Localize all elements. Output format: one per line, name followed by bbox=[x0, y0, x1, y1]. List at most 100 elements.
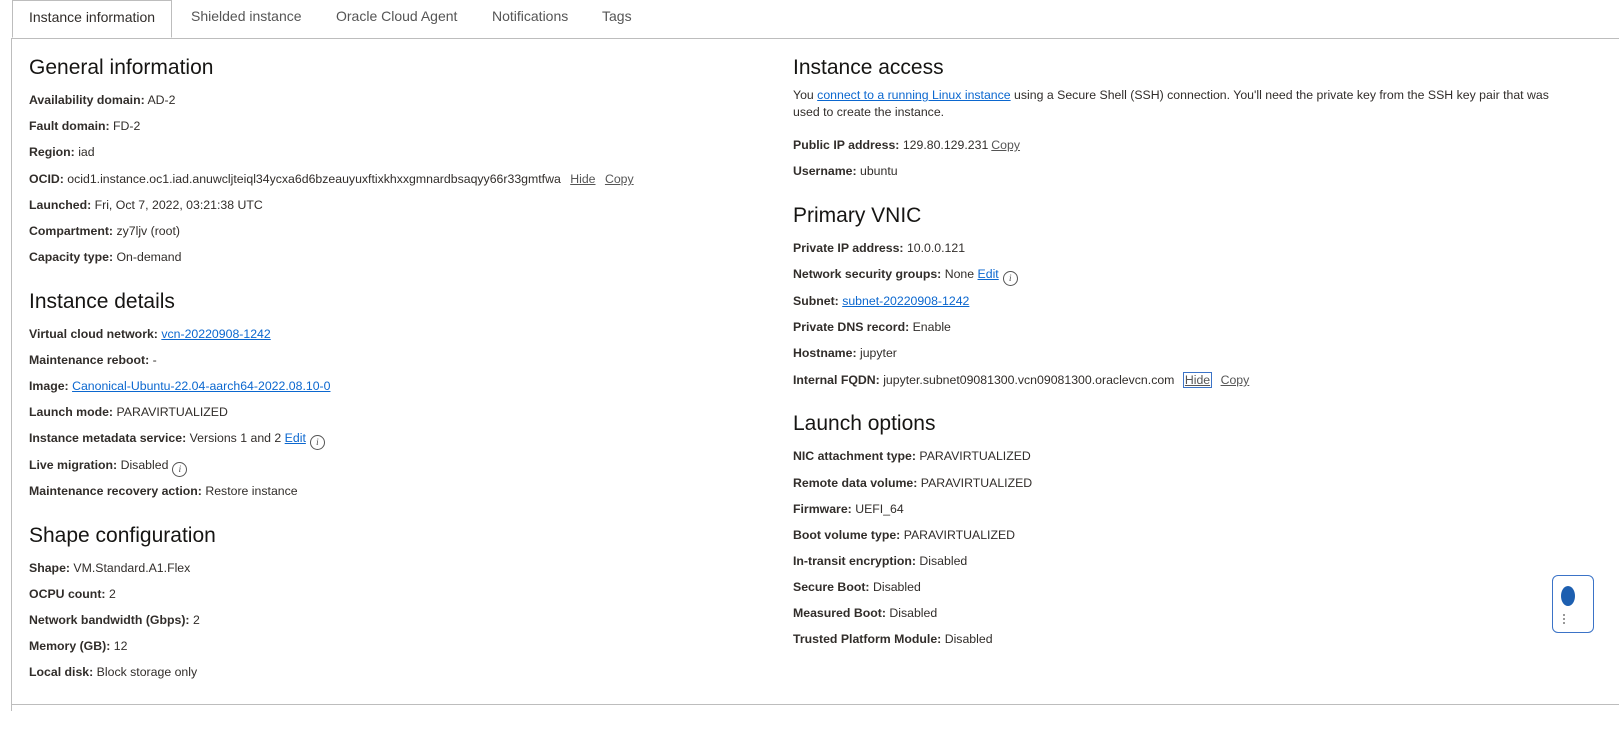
field-label: Image: bbox=[29, 379, 69, 393]
public-ip-copy-button[interactable]: Copy bbox=[991, 138, 1020, 152]
field-label: Username: bbox=[793, 164, 857, 178]
field-value: Disabled bbox=[919, 554, 968, 568]
compartment-row: Compartment: zy7ljv (root) bbox=[29, 224, 180, 238]
drag-handle-icon[interactable] bbox=[1563, 614, 1569, 624]
help-widget[interactable] bbox=[1552, 575, 1594, 633]
field-label: OCID: bbox=[29, 172, 64, 186]
field-value: FD-2 bbox=[113, 119, 141, 133]
field-label: Launched: bbox=[29, 198, 92, 212]
field-value: jupyter bbox=[859, 346, 897, 360]
field-label: Private DNS record: bbox=[793, 320, 910, 334]
tab-tags[interactable]: Tags bbox=[602, 0, 632, 35]
field-value: UEFI_64 bbox=[855, 502, 904, 516]
field-value: AD-2 bbox=[147, 93, 176, 107]
nsg-row: Network security groups: None Edit i bbox=[793, 267, 1018, 286]
field-label: OCPU count: bbox=[29, 587, 106, 601]
field-value: Restore instance bbox=[205, 484, 298, 498]
field-value: None bbox=[944, 267, 975, 281]
tab-shielded-instance[interactable]: Shielded instance bbox=[191, 0, 302, 35]
vcn-link[interactable]: vcn-20220908-1242 bbox=[161, 327, 270, 341]
field-value: 10.0.0.121 bbox=[906, 241, 966, 255]
image-row: Image: Canonical-Ubuntu-22.04-aarch64-20… bbox=[29, 379, 330, 393]
recovery-action-row: Maintenance recovery action: Restore ins… bbox=[29, 484, 298, 498]
field-value: 129.80.129.231 bbox=[902, 138, 989, 152]
field-value: PARAVIRTUALIZED bbox=[920, 476, 1033, 490]
field-label: Hostname: bbox=[793, 346, 857, 360]
field-value: PARAVIRTUALIZED bbox=[116, 405, 228, 419]
nsg-edit-link[interactable]: Edit bbox=[978, 267, 999, 281]
info-icon[interactable]: i bbox=[1002, 271, 1018, 286]
metadata-edit-link[interactable]: Edit bbox=[285, 431, 306, 445]
measured-boot-row: Measured Boot: Disabled bbox=[793, 606, 937, 620]
field-value: Disabled bbox=[872, 580, 921, 594]
instance-access-description: You connect to a running Linux instance … bbox=[793, 87, 1553, 121]
field-value: ubuntu bbox=[859, 164, 898, 178]
panel-border-bottom bbox=[11, 704, 1619, 705]
field-label: Network bandwidth (Gbps): bbox=[29, 613, 190, 627]
field-value: - bbox=[152, 353, 157, 367]
field-label: Network security groups: bbox=[793, 267, 942, 281]
local-disk-row: Local disk: Block storage only bbox=[29, 665, 197, 679]
fault-domain-row: Fault domain: FD-2 bbox=[29, 119, 140, 133]
ocid-row: OCID: ocid1.instance.oc1.iad.anuwcljteiq… bbox=[29, 172, 634, 186]
in-transit-encryption-row: In-transit encryption: Disabled bbox=[793, 554, 967, 568]
connect-linux-instance-link[interactable]: connect to a running Linux instance bbox=[817, 88, 1010, 102]
field-value: 2 bbox=[108, 587, 116, 601]
bandwidth-row: Network bandwidth (Gbps): 2 bbox=[29, 613, 200, 627]
field-label: Maintenance reboot: bbox=[29, 353, 150, 367]
info-icon[interactable]: i bbox=[309, 435, 325, 450]
fqdn-copy-button[interactable]: Copy bbox=[1221, 373, 1250, 387]
info-icon[interactable]: i bbox=[172, 462, 188, 477]
launched-row: Launched: Fri, Oct 7, 2022, 03:21:38 UTC bbox=[29, 198, 263, 212]
field-label: Live migration: bbox=[29, 458, 118, 472]
field-value: Disabled bbox=[120, 458, 169, 472]
field-label: Compartment: bbox=[29, 224, 114, 238]
subnet-row: Subnet: subnet-20220908-1242 bbox=[793, 294, 969, 308]
shape-row: Shape: VM.Standard.A1.Flex bbox=[29, 561, 190, 575]
field-value: Versions 1 and 2 bbox=[189, 431, 282, 445]
field-label: Launch mode: bbox=[29, 405, 114, 419]
field-label: Internal FQDN: bbox=[793, 373, 880, 387]
primary-vnic-heading: Primary VNIC bbox=[793, 204, 922, 227]
launch-mode-row: Launch mode: PARAVIRTUALIZED bbox=[29, 405, 228, 419]
maintenance-reboot-row: Maintenance reboot: - bbox=[29, 353, 157, 367]
hostname-row: Hostname: jupyter bbox=[793, 346, 897, 360]
ocid-copy-button[interactable]: Copy bbox=[605, 172, 634, 186]
panel-border bbox=[11, 38, 12, 711]
memory-row: Memory (GB): 12 bbox=[29, 639, 127, 653]
field-label: Availability domain: bbox=[29, 93, 145, 107]
field-label: NIC attachment type: bbox=[793, 449, 916, 463]
shape-configuration-heading: Shape configuration bbox=[29, 524, 216, 547]
fqdn-hide-button[interactable]: Hide bbox=[1182, 372, 1213, 388]
image-link[interactable]: Canonical-Ubuntu-22.04-aarch64-2022.08.1… bbox=[72, 379, 330, 393]
metadata-service-row: Instance metadata service: Versions 1 an… bbox=[29, 431, 325, 450]
field-label: Memory (GB): bbox=[29, 639, 111, 653]
secure-boot-row: Secure Boot: Disabled bbox=[793, 580, 921, 594]
field-value: PARAVIRTUALIZED bbox=[919, 449, 1031, 463]
launch-options-heading: Launch options bbox=[793, 412, 936, 435]
field-value: 2 bbox=[192, 613, 200, 627]
field-value: jupyter.subnet09081300.vcn09081300.oracl… bbox=[883, 373, 1175, 387]
tabs-divider bbox=[12, 38, 1619, 39]
tab-instance-information[interactable]: Instance information bbox=[12, 0, 173, 38]
field-label: Boot volume type: bbox=[793, 528, 901, 542]
field-label: Maintenance recovery action: bbox=[29, 484, 202, 498]
field-label: Region: bbox=[29, 145, 75, 159]
tab-notifications[interactable]: Notifications bbox=[492, 0, 568, 35]
capacity-type-row: Capacity type: On-demand bbox=[29, 250, 181, 264]
dns-row: Private DNS record: Enable bbox=[793, 320, 951, 334]
field-label: Trusted Platform Module: bbox=[793, 632, 942, 646]
field-value: 12 bbox=[113, 639, 128, 653]
field-value: On-demand bbox=[116, 250, 182, 264]
help-widget-icon bbox=[1561, 586, 1575, 606]
ocid-hide-button[interactable]: Hide bbox=[570, 172, 595, 186]
general-information-heading: General information bbox=[29, 56, 214, 79]
field-label: Measured Boot: bbox=[793, 606, 886, 620]
fqdn-row: Internal FQDN: jupyter.subnet09081300.vc… bbox=[793, 372, 1250, 388]
remote-data-volume-row: Remote data volume: PARAVIRTUALIZED bbox=[793, 476, 1032, 490]
subnet-link[interactable]: subnet-20220908-1242 bbox=[842, 294, 969, 308]
tab-oracle-cloud-agent[interactable]: Oracle Cloud Agent bbox=[336, 0, 457, 35]
instance-access-heading: Instance access bbox=[793, 56, 944, 79]
boot-volume-type-row: Boot volume type: PARAVIRTUALIZED bbox=[793, 528, 1015, 542]
field-label: Public IP address: bbox=[793, 138, 900, 152]
